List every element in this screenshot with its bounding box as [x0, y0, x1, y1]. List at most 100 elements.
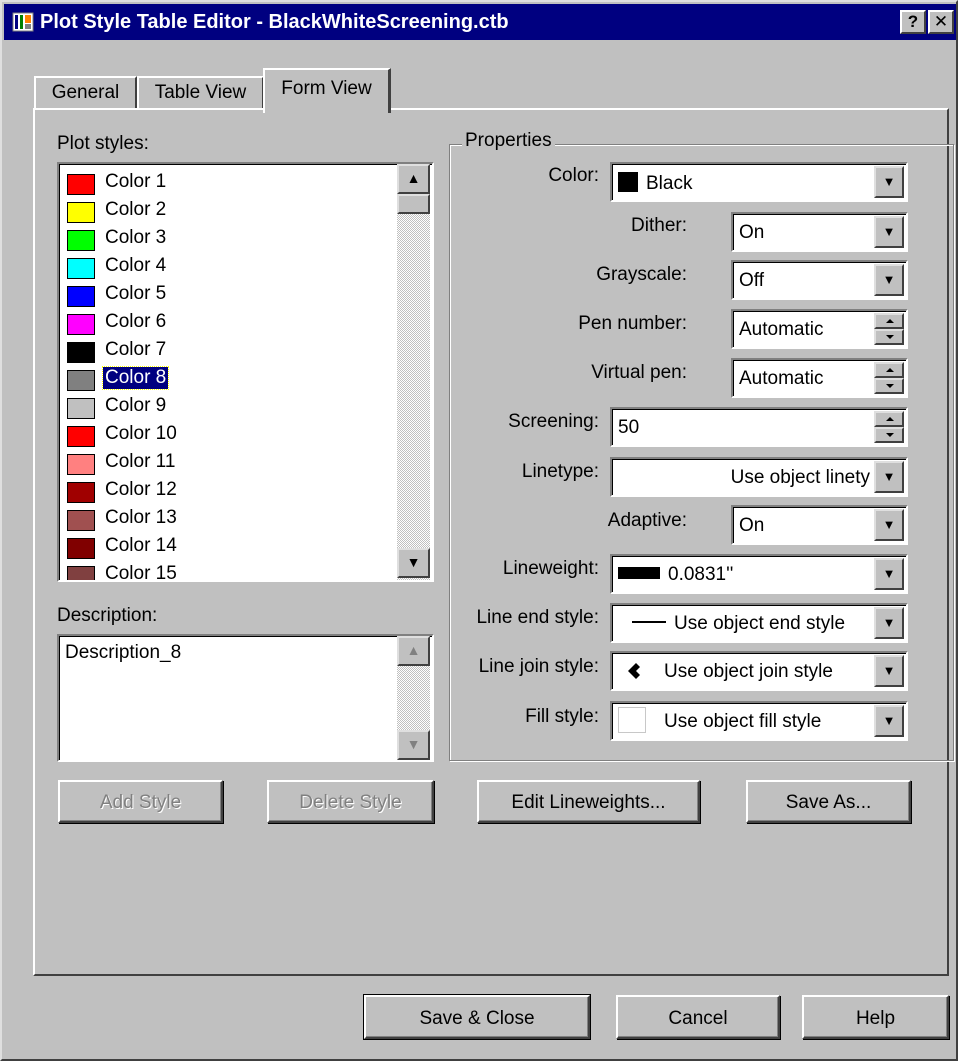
scroll-thumb[interactable]: [397, 194, 430, 214]
spin-down-icon[interactable]: [874, 427, 904, 443]
chevron-down-icon[interactable]: ▼: [874, 607, 904, 639]
list-item-label: Color 3: [105, 227, 167, 248]
line-end-style-dropdown[interactable]: Use object end style ▼: [610, 603, 908, 643]
virtual-pen-value[interactable]: Automatic: [739, 368, 823, 390]
screening-spin-buttons[interactable]: [874, 411, 904, 443]
plot-styles-list[interactable]: Color 1 Color 2 Color 3 Color 4 Color 5 Color…: [57, 162, 434, 582]
virtual-pen-spin-buttons[interactable]: [874, 362, 904, 394]
screening-value[interactable]: 50: [618, 417, 639, 439]
app-icon: [12, 11, 34, 33]
spin-down-icon[interactable]: [874, 378, 904, 394]
tab-general[interactable]: General: [34, 76, 137, 110]
list-item[interactable]: Color 3: [63, 226, 399, 254]
title-bar[interactable]: Plot Style Table Editor - BlackWhiteScre…: [4, 4, 956, 40]
chevron-down-icon[interactable]: ▼: [874, 461, 904, 493]
list-item[interactable]: Color 14: [63, 534, 399, 562]
delete-style-button[interactable]: Delete Style: [267, 780, 434, 823]
color-swatch: [67, 314, 95, 335]
list-item[interactable]: Color 12: [63, 478, 399, 506]
pen-number-value[interactable]: Automatic: [739, 319, 823, 341]
color-swatch: [67, 454, 95, 475]
scroll-up-button[interactable]: ▲: [397, 636, 430, 666]
adaptive-dropdown[interactable]: On ▼: [731, 505, 908, 545]
line-join-style-value: Use object join style: [618, 661, 833, 683]
list-item-label: Color 4: [105, 255, 167, 276]
list-item[interactable]: Color 10: [63, 422, 399, 450]
add-style-button[interactable]: Add Style: [58, 780, 223, 823]
help-title-button[interactable]: ?: [900, 10, 926, 34]
color-swatch: [67, 370, 95, 391]
linetype-value: Use object linety: [730, 467, 870, 488]
chevron-down-icon[interactable]: ▼: [874, 655, 904, 687]
chevron-down-icon[interactable]: ▼: [874, 264, 904, 296]
adaptive-label: Adaptive:: [607, 510, 687, 531]
line-join-style-label: Line join style:: [478, 656, 599, 677]
color-swatch: [67, 398, 95, 419]
list-item[interactable]: Color 5: [63, 282, 399, 310]
color-value-text: Black: [646, 173, 693, 194]
screening-spinner[interactable]: 50: [610, 407, 908, 447]
dither-label: Dither:: [631, 215, 687, 236]
color-value: Black: [618, 172, 692, 195]
list-item[interactable]: Color 6: [63, 310, 399, 338]
window-title: Plot Style Table Editor - BlackWhiteScre…: [40, 11, 509, 33]
list-item[interactable]: Color 8: [63, 366, 399, 394]
pen-number-spin-buttons[interactable]: [874, 313, 904, 345]
spin-down-icon[interactable]: [874, 329, 904, 345]
list-item[interactable]: Color 1: [63, 170, 399, 198]
fill-style-text: Use object fill style: [664, 711, 822, 732]
lineweight-dropdown[interactable]: 0.0831'' ▼: [610, 554, 908, 594]
list-item[interactable]: Color 11: [63, 450, 399, 478]
list-item[interactable]: Color 15: [63, 562, 399, 580]
virtual-pen-spinner[interactable]: Automatic: [731, 358, 908, 398]
lineweight-value: 0.0831'': [618, 564, 733, 586]
list-item[interactable]: Color 9: [63, 394, 399, 422]
spin-up-icon[interactable]: [874, 411, 904, 427]
scroll-down-button[interactable]: ▼: [397, 730, 430, 760]
spin-up-icon[interactable]: [874, 313, 904, 329]
line-join-style-text: Use object join style: [664, 661, 833, 682]
linetype-dropdown[interactable]: Use object linety ▼: [610, 457, 908, 497]
pen-number-spinner[interactable]: Automatic: [731, 309, 908, 349]
plot-styles-scrollbar[interactable]: ▲ ▼: [397, 164, 430, 580]
color-dropdown[interactable]: Black ▼: [610, 162, 908, 202]
help-button[interactable]: Help: [802, 995, 949, 1039]
save-close-button[interactable]: Save & Close: [363, 994, 591, 1040]
properties-title: Properties: [462, 130, 555, 152]
spin-up-icon[interactable]: [874, 362, 904, 378]
line-end-style-value: Use object end style: [632, 613, 845, 635]
tab-form-view[interactable]: Form View: [263, 68, 391, 113]
list-item[interactable]: Color 7: [63, 338, 399, 366]
save-as-button[interactable]: Save As...: [746, 780, 911, 823]
color-swatch: [67, 230, 95, 251]
scroll-up-button[interactable]: ▲: [397, 164, 430, 194]
description-text[interactable]: Description_8: [65, 642, 181, 664]
chevron-down-icon[interactable]: ▼: [874, 705, 904, 737]
color-swatch: [67, 482, 95, 503]
cancel-button[interactable]: Cancel: [616, 995, 780, 1039]
dither-dropdown[interactable]: On ▼: [731, 212, 908, 252]
tab-table-view[interactable]: Table View: [137, 76, 264, 110]
color-swatch: [67, 202, 95, 223]
description-field[interactable]: Description_8 ▲ ▼: [57, 634, 434, 762]
list-item[interactable]: Color 4: [63, 254, 399, 282]
chevron-down-icon[interactable]: ▼: [874, 216, 904, 248]
list-item-label: Color 5: [105, 283, 167, 304]
line-join-style-dropdown[interactable]: Use object join style ▼: [610, 651, 908, 691]
description-scrollbar[interactable]: ▲ ▼: [397, 636, 430, 760]
linetype-label: Linetype:: [521, 461, 599, 482]
chevron-down-icon[interactable]: ▼: [874, 558, 904, 590]
lineweight-label: Lineweight:: [502, 558, 599, 579]
chevron-down-icon[interactable]: ▼: [874, 509, 904, 541]
color-swatch: [67, 286, 95, 307]
list-item[interactable]: Color 2: [63, 198, 399, 226]
edit-lineweights-button[interactable]: Edit Lineweights...: [477, 780, 700, 823]
close-icon[interactable]: ✕: [928, 10, 954, 34]
list-item[interactable]: Color 13: [63, 506, 399, 534]
fill-style-dropdown[interactable]: Use object fill style ▼: [610, 701, 908, 741]
grayscale-dropdown[interactable]: Off ▼: [731, 260, 908, 300]
chevron-down-icon[interactable]: ▼: [874, 166, 904, 198]
list-item-label: Color 13: [105, 507, 177, 528]
scroll-down-button[interactable]: ▼: [397, 548, 430, 578]
tab-label: Form View: [281, 78, 372, 99]
